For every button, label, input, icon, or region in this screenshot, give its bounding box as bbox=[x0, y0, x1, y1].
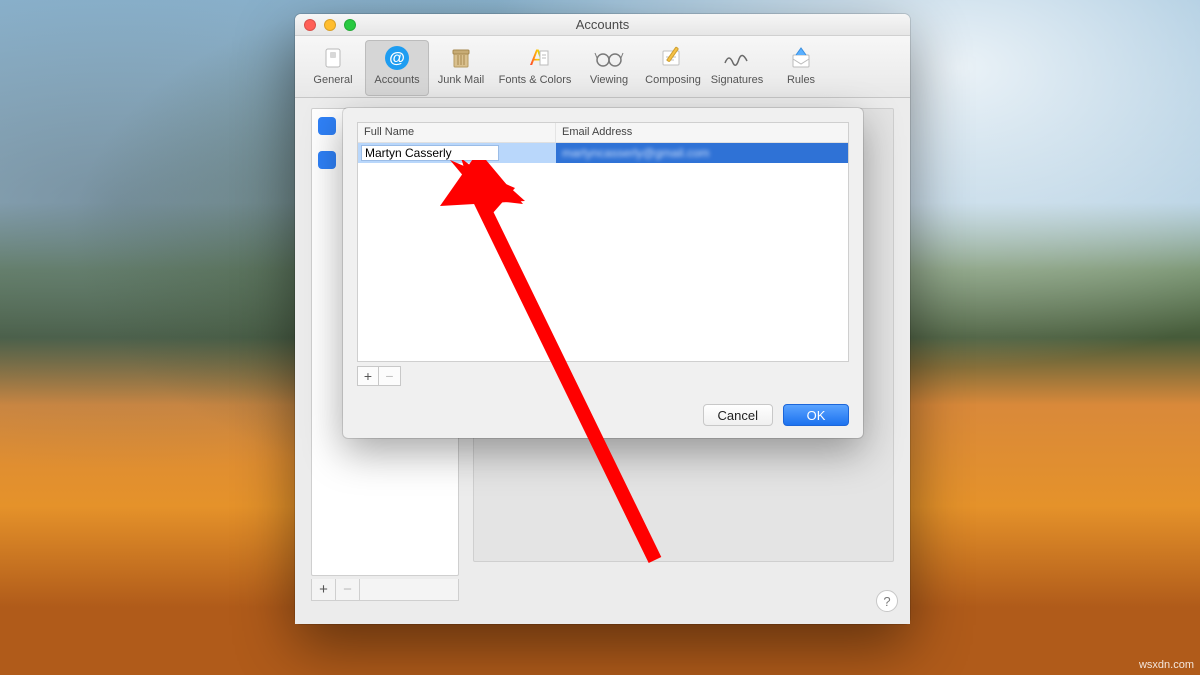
tab-composing[interactable]: Composing bbox=[641, 40, 705, 96]
tab-label: Composing bbox=[645, 74, 701, 86]
tab-accounts[interactable]: @ Accounts bbox=[365, 40, 429, 96]
full-name-cell[interactable] bbox=[358, 143, 556, 163]
account-badge-icon bbox=[318, 151, 336, 169]
column-header-full-name[interactable]: Full Name bbox=[358, 123, 556, 142]
email-cell[interactable]: martyncasserly@gmail.com bbox=[556, 143, 848, 163]
tab-label: Junk Mail bbox=[438, 74, 484, 86]
sheet-button-row: Cancel OK bbox=[703, 404, 849, 426]
tab-label: Signatures bbox=[711, 74, 764, 86]
addresses-table: Full Name Email Address martyncasserly@g… bbox=[357, 122, 849, 362]
signature-icon bbox=[722, 44, 752, 72]
tab-viewing[interactable]: Viewing bbox=[577, 40, 641, 96]
glasses-icon bbox=[594, 44, 624, 72]
rules-icon bbox=[786, 44, 816, 72]
pencil-icon bbox=[658, 44, 688, 72]
fonts-icon: A bbox=[520, 44, 550, 72]
window-title: Accounts bbox=[295, 17, 910, 32]
svg-text:@: @ bbox=[389, 50, 405, 67]
tab-fonts-colors[interactable]: A Fonts & Colors bbox=[493, 40, 577, 96]
trash-icon bbox=[446, 44, 476, 72]
add-address-button[interactable]: + bbox=[357, 366, 379, 386]
traffic-lights bbox=[304, 19, 356, 31]
tab-label: Accounts bbox=[374, 74, 419, 86]
email-address-value: martyncasserly@gmail.com bbox=[562, 146, 710, 160]
tab-junk-mail[interactable]: Junk Mail bbox=[429, 40, 493, 96]
table-row[interactable]: martyncasserly@gmail.com bbox=[358, 143, 848, 163]
preferences-toolbar: General @ Accounts Junk Mail A Fonts & C… bbox=[295, 36, 910, 98]
remove-account-button[interactable]: − bbox=[336, 579, 360, 600]
sheet-add-remove: + − bbox=[357, 366, 401, 386]
sidebar-add-remove: + − bbox=[311, 579, 459, 601]
tab-general[interactable]: General bbox=[301, 40, 365, 96]
add-account-button[interactable]: + bbox=[312, 579, 336, 600]
tab-label: General bbox=[313, 74, 352, 86]
titlebar: Accounts bbox=[295, 14, 910, 36]
help-button[interactable]: ? bbox=[876, 590, 898, 612]
tab-label: Rules bbox=[787, 74, 815, 86]
remove-address-button[interactable]: − bbox=[379, 366, 401, 386]
table-header-row: Full Name Email Address bbox=[358, 123, 848, 143]
account-badge-icon bbox=[318, 117, 336, 135]
full-name-input[interactable] bbox=[361, 145, 499, 161]
tab-rules[interactable]: Rules bbox=[769, 40, 833, 96]
minimize-icon[interactable] bbox=[324, 19, 336, 31]
switch-icon bbox=[318, 44, 348, 72]
tab-signatures[interactable]: Signatures bbox=[705, 40, 769, 96]
ok-button[interactable]: OK bbox=[783, 404, 849, 426]
watermark-text: wsxdn.com bbox=[1139, 659, 1194, 671]
column-header-email[interactable]: Email Address bbox=[556, 123, 848, 142]
tab-label: Viewing bbox=[590, 74, 628, 86]
cancel-button[interactable]: Cancel bbox=[703, 404, 773, 426]
email-addresses-sheet: Full Name Email Address martyncasserly@g… bbox=[343, 108, 863, 438]
zoom-icon[interactable] bbox=[344, 19, 356, 31]
tab-label: Fonts & Colors bbox=[499, 74, 572, 86]
close-icon[interactable] bbox=[304, 19, 316, 31]
at-icon: @ bbox=[382, 44, 412, 72]
